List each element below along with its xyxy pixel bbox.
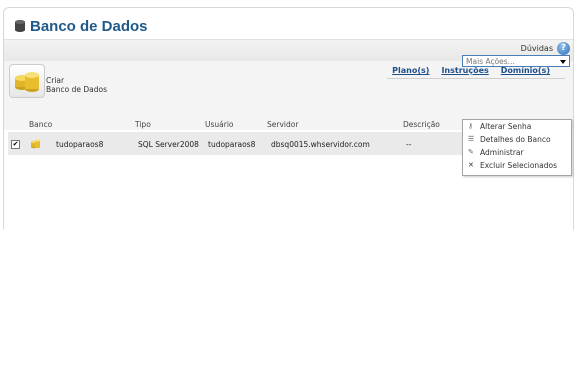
column-banco[interactable]: Banco (29, 120, 52, 129)
more-actions-menu: ⚷ Alterar Senha ☰ Detalhes do Banco ✎ Ad… (462, 119, 572, 176)
create-database-button[interactable] (9, 64, 45, 98)
create-database-label[interactable]: Criar Banco de Dados (46, 76, 107, 94)
menu-item-label: Excluir Selecionados (480, 161, 558, 170)
cell-servidor: dbsq0015.whservidor.com (271, 140, 370, 149)
column-usuario[interactable]: Usuário (205, 120, 234, 129)
help-link[interactable]: Dúvidas (521, 44, 553, 53)
link-planos[interactable]: Plano(s) (392, 66, 429, 75)
menu-item-label: Alterar Senha (480, 122, 532, 131)
menu-item-alterar-senha[interactable]: ⚷ Alterar Senha (463, 120, 571, 133)
cell-banco: tudoparaos8 (56, 140, 104, 149)
key-icon: ⚷ (468, 122, 474, 130)
links-divider (387, 78, 565, 79)
coins-icon (31, 139, 40, 149)
menu-item-administrar[interactable]: ✎ Administrar (463, 146, 571, 159)
page-title: Banco de Dados (30, 17, 148, 35)
cell-tipo: SQL Server2008 (138, 140, 199, 149)
more-actions-label: Mais Ações... (466, 57, 515, 66)
help-icon[interactable]: ? (557, 42, 570, 55)
menu-item-excluir[interactable]: ✕ Excluir Selecionados (463, 159, 571, 172)
create-label-line1: Criar (46, 76, 65, 85)
cell-descricao: -- (406, 140, 412, 149)
page-header: Banco de Dados (14, 14, 148, 38)
column-servidor[interactable]: Servidor (267, 120, 298, 129)
menu-item-label: Administrar (480, 148, 524, 157)
delete-icon: ✕ (468, 161, 474, 169)
wrench-icon: ✎ (468, 148, 474, 156)
list-icon: ☰ (468, 135, 475, 143)
chevron-down-icon (560, 60, 566, 64)
coins-icon (15, 72, 39, 92)
column-descricao[interactable]: Descrição (403, 120, 440, 129)
more-actions-select[interactable]: Mais Ações... (462, 55, 570, 67)
menu-item-label: Detalhes do Banco (480, 135, 551, 144)
column-tipo[interactable]: Tipo (135, 120, 151, 129)
database-panel: Banco de Dados Dúvidas ? Criar Banco de … (3, 7, 574, 230)
menu-item-detalhes[interactable]: ☰ Detalhes do Banco (463, 133, 571, 146)
create-label-line2: Banco de Dados (46, 85, 107, 94)
database-icon (15, 20, 25, 32)
cell-usuario: tudoparaos8 (208, 140, 256, 149)
row-checkbox[interactable]: ✔ (11, 140, 20, 149)
table-row[interactable]: ✔ tudoparaos8 SQL Server2008 tudoparaos8… (8, 132, 463, 155)
